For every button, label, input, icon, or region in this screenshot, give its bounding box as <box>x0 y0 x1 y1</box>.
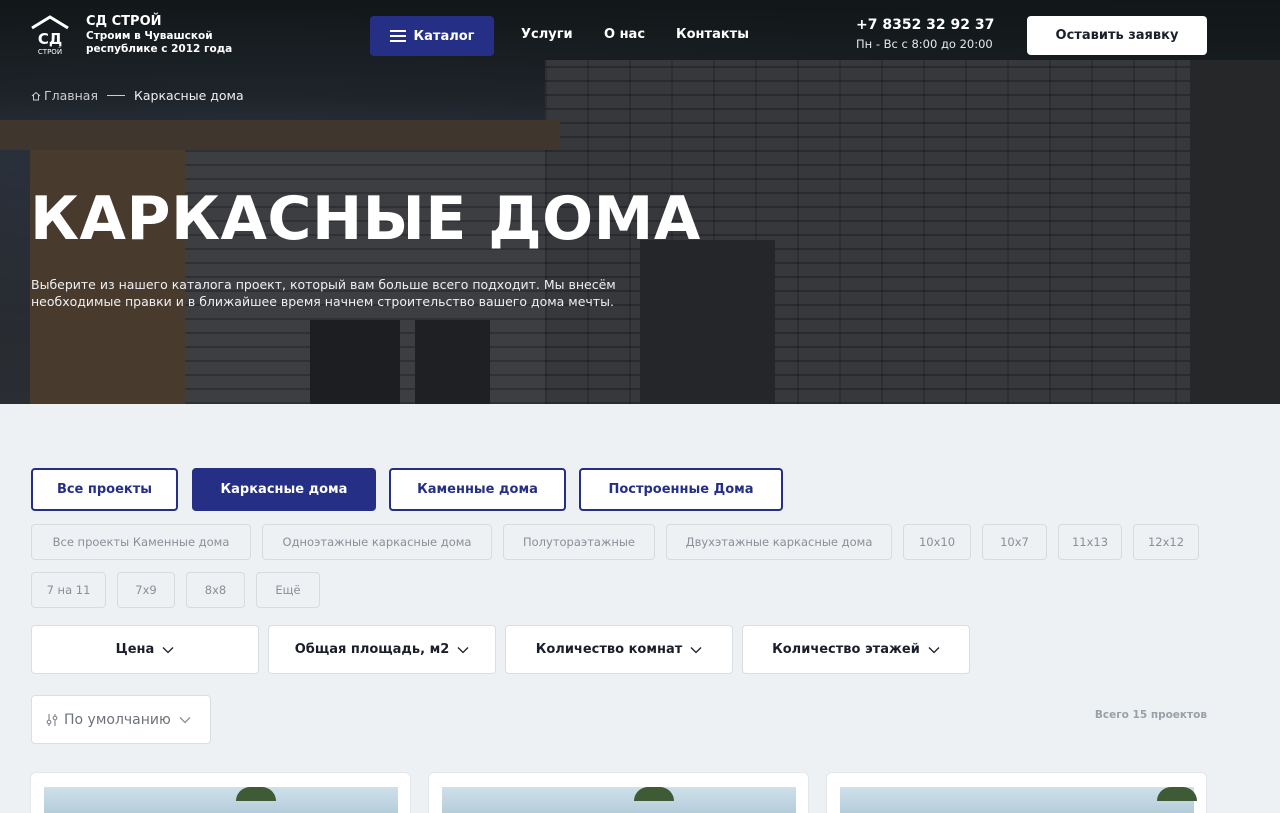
catalog-label: Каталог <box>413 28 475 44</box>
chevron-down-icon <box>690 646 702 653</box>
page-description: Выберите из нашего каталога проект, кото… <box>31 277 616 309</box>
chip-7x9[interactable]: 7x9 <box>117 572 175 608</box>
tab-stone-houses[interactable]: Каменные дома <box>389 468 566 511</box>
nav-about[interactable]: О нас <box>604 27 645 42</box>
tab-all-projects[interactable]: Все проекты <box>31 468 178 511</box>
chip-all-stone[interactable]: Все проекты Каменные дома <box>31 524 251 560</box>
catalog-button[interactable]: Каталог <box>370 16 494 56</box>
sort-select[interactable]: По умолчанию <box>31 695 211 744</box>
chevron-down-icon <box>162 646 174 653</box>
nav-services[interactable]: Услуги <box>521 27 573 42</box>
filter-rooms-label: Количество комнат <box>535 642 683 657</box>
request-button[interactable]: Оставить заявку <box>1027 16 1207 55</box>
project-image <box>442 787 796 813</box>
working-hours: Пн - Вс с 8:00 до 20:00 <box>856 37 993 51</box>
chip-12x12[interactable]: 12x12 <box>1133 524 1199 560</box>
logo-mark-sub: СТРОЙ <box>38 47 62 56</box>
breadcrumb-home[interactable]: Главная <box>44 88 98 103</box>
filter-floors[interactable]: Количество этажей <box>742 625 970 674</box>
sort-label: По умолчанию <box>64 711 171 728</box>
tab-frame-houses[interactable]: Каркасные дома <box>192 468 376 511</box>
breadcrumb-separator <box>107 95 125 96</box>
chevron-down-icon <box>928 646 940 653</box>
home-icon <box>31 91 41 100</box>
chip-10x7[interactable]: 10x7 <box>982 524 1047 560</box>
chip-one-storey[interactable]: Одноэтажные каркасные дома <box>262 524 492 560</box>
menu-icon <box>389 30 406 42</box>
phone-number[interactable]: +7 8352 32 92 37 <box>856 17 994 33</box>
chip-more[interactable]: Ещё <box>256 572 320 608</box>
filter-rooms[interactable]: Количество комнат <box>505 625 733 674</box>
chip-7-11[interactable]: 7 на 11 <box>31 572 106 608</box>
tree-shape <box>1157 787 1197 801</box>
filter-area-label: Общая площадь, м2 <box>294 642 450 657</box>
chip-two-storey[interactable]: Двухэтажные каркасные дома <box>666 524 892 560</box>
project-card[interactable] <box>826 772 1207 813</box>
tab-built-houses[interactable]: Построенные Дома <box>579 468 783 511</box>
chip-one-and-half[interactable]: Полутораэтажные <box>503 524 655 560</box>
results-count: Всего 15 проектов <box>1094 709 1207 721</box>
chip-11x13[interactable]: 11x13 <box>1058 524 1122 560</box>
nav-contacts[interactable]: Контакты <box>676 27 749 42</box>
sliders-icon <box>46 713 58 726</box>
page-title: КАРКАСНЫЕ ДОМА <box>30 184 701 254</box>
filter-floors-label: Количество этажей <box>772 642 920 657</box>
chevron-down-icon <box>457 646 469 653</box>
chevron-down-icon <box>179 716 191 723</box>
house-logo-icon[interactable]: СД СТРОЙ <box>30 14 70 56</box>
project-image <box>840 787 1194 813</box>
chip-10x10[interactable]: 10x10 <box>903 524 971 560</box>
chip-8x8[interactable]: 8x8 <box>186 572 245 608</box>
project-card[interactable] <box>30 772 411 813</box>
project-card[interactable] <box>428 772 809 813</box>
project-image <box>44 787 398 813</box>
company-name: СД СТРОЙ <box>86 14 162 29</box>
filter-price-label: Цена <box>115 642 155 657</box>
company-tagline: Строим в Чувашской республике с 2012 год… <box>86 30 233 55</box>
filter-area[interactable]: Общая площадь, м2 <box>268 625 496 674</box>
filter-price[interactable]: Цена <box>31 625 259 674</box>
breadcrumb-current: Каркасные дома <box>134 88 244 103</box>
breadcrumb: Главная Каркасные дома <box>31 88 244 103</box>
tree-shape <box>634 787 674 801</box>
logo-mark: СД <box>38 30 62 48</box>
tree-shape <box>236 787 276 801</box>
